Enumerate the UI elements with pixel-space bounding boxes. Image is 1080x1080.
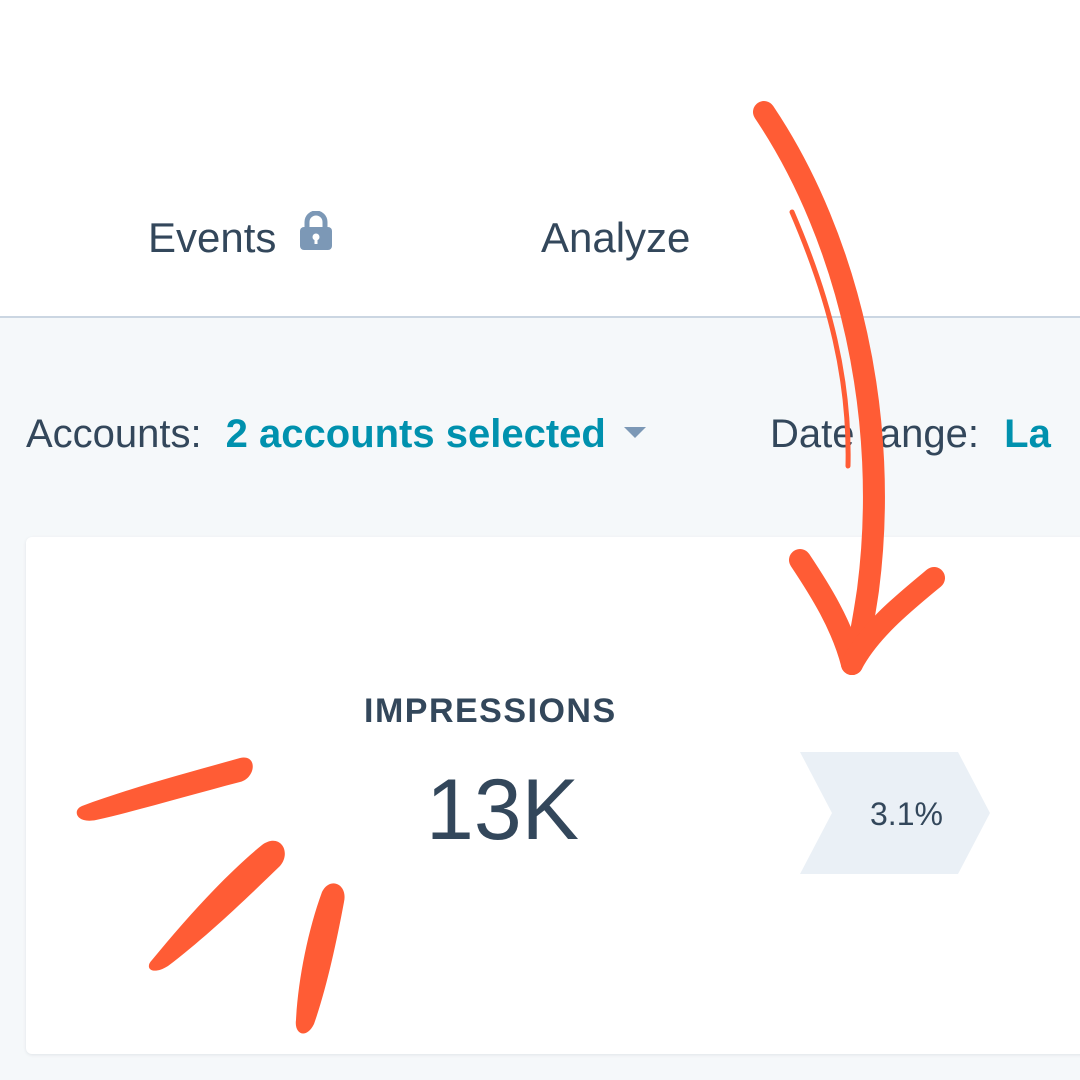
date-range-label: Date range: — [770, 412, 980, 456]
tab-events[interactable]: Events — [148, 210, 334, 267]
accounts-dropdown-value[interactable]: 2 accounts selected — [226, 412, 606, 456]
tab-analyze-label: Analyze — [541, 214, 691, 261]
tab-analyze[interactable]: Analyze — [541, 212, 690, 264]
metric-label: IMPRESSIONS — [364, 692, 617, 730]
date-range-filter[interactable]: Date range: La — [770, 408, 1051, 460]
tab-events-label: Events — [148, 214, 277, 261]
top-nav-bar: Events Analyze — [0, 0, 1080, 318]
date-range-value[interactable]: La — [1004, 412, 1051, 456]
metric-value: 13K — [426, 762, 580, 858]
chevron-down-icon[interactable] — [623, 426, 646, 438]
accounts-filter[interactable]: Accounts: 2 accounts selected — [26, 408, 646, 460]
accounts-filter-label: Accounts: — [26, 412, 202, 456]
change-percent: 3.1% — [870, 796, 943, 832]
lock-icon — [298, 210, 334, 263]
